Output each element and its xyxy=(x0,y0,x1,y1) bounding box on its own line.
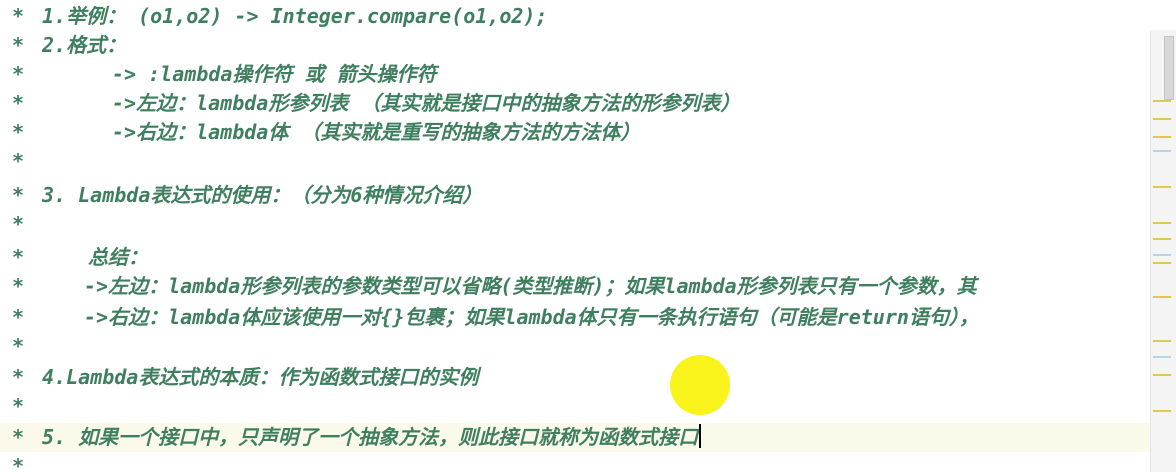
code-line[interactable]: * 3. Lambda表达式的使用：（分为6种情况介绍） xyxy=(0,181,1150,210)
code-line-current[interactable]: * 5. 如果一个接口中，只声明了一个抽象方法，则此接口就称为函数式接口 xyxy=(0,423,1150,452)
ruler-warning-mark[interactable] xyxy=(1153,118,1171,120)
comment-star: * xyxy=(12,183,25,207)
code-line[interactable]: * ->左边：lambda形参列表 （其实就是接口中的抽象方法的形参列表） xyxy=(0,89,1150,118)
ruler-warning-mark[interactable] xyxy=(1153,296,1171,298)
comment-text: 2.格式： xyxy=(42,33,127,57)
code-line[interactable]: * ->左边：lambda形参列表的参数类型可以省略(类型推断)；如果lambda… xyxy=(0,272,1150,301)
scrollbar-thumb[interactable] xyxy=(1164,36,1174,100)
comment-text: ->左边：lambda形参列表 （其实就是接口中的抽象方法的形参列表） xyxy=(112,91,741,115)
comment-star: * xyxy=(12,91,25,115)
comment-text: ->左边：lambda形参列表的参数类型可以省略(类型推断)；如果lambda形… xyxy=(84,274,977,298)
ruler-occurrence-mark[interactable] xyxy=(1153,150,1171,152)
ruler-warning-mark[interactable] xyxy=(1153,100,1171,102)
comment-star: * xyxy=(12,274,25,298)
code-line[interactable]: * xyxy=(0,332,1150,361)
code-line[interactable]: * 1.举例： (o1,o2) -> Integer.compare(o1,o2)… xyxy=(0,2,1150,31)
code-line[interactable]: * 总结： xyxy=(0,243,1150,272)
comment-star: * xyxy=(12,149,25,173)
text-caret xyxy=(699,424,702,448)
ruler-warning-mark[interactable] xyxy=(1153,238,1171,240)
ruler-occurrence-mark[interactable] xyxy=(1153,254,1171,256)
comment-star: * xyxy=(12,334,25,358)
ruler-warning-mark[interactable] xyxy=(1153,340,1171,342)
overview-ruler[interactable] xyxy=(1150,0,1176,472)
comment-text: 总结： xyxy=(88,245,148,269)
ruler-warning-mark[interactable] xyxy=(1153,374,1171,376)
code-line[interactable]: * -> :lambda操作符 或 箭头操作符 xyxy=(0,60,1150,89)
code-line[interactable]: * xyxy=(0,452,1150,472)
ruler-warning-mark[interactable] xyxy=(1153,136,1171,138)
code-line[interactable]: * ->右边：lambda体应该使用一对{}包裹；如果lambda体只有一条执行语… xyxy=(0,303,1150,332)
comment-star: * xyxy=(12,454,25,472)
code-line[interactable]: * xyxy=(0,210,1150,239)
ruler-warning-mark[interactable] xyxy=(1153,186,1171,188)
comment-text: ->右边：lambda体应该使用一对{}包裹；如果lambda体只有一条执行语句… xyxy=(84,305,979,329)
comment-text: ->右边：lambda体 （其实就是重写的抽象方法的方法体） xyxy=(112,120,641,144)
comment-text: 5. 如果一个接口中，只声明了一个抽象方法，则此接口就称为函数式接口 xyxy=(42,423,702,452)
code-editor[interactable]: * 1.举例： (o1,o2) -> Integer.compare(o1,o2)… xyxy=(0,0,1150,472)
code-line[interactable]: * xyxy=(0,147,1150,176)
code-line[interactable]: * 4.Lambda表达式的本质：作为函数式接口的实例 xyxy=(0,363,1150,392)
ruler-occurrence-mark[interactable] xyxy=(1153,356,1171,358)
code-line[interactable]: * xyxy=(0,392,1150,421)
comment-text: -> :lambda操作符 或 箭头操作符 xyxy=(112,62,437,86)
comment-star: * xyxy=(12,365,25,389)
comment-text: 1.举例： (o1,o2) -> Integer.compare(o1,o2); xyxy=(42,4,548,28)
comment-star: * xyxy=(12,4,25,28)
comment-star: * xyxy=(12,305,25,329)
comment-star: * xyxy=(12,212,25,236)
comment-text: 4.Lambda表达式的本质：作为函数式接口的实例 xyxy=(42,365,479,389)
comment-star: * xyxy=(12,33,25,57)
ruler-warning-mark[interactable] xyxy=(1153,222,1171,224)
comment-star: * xyxy=(12,245,25,269)
comment-star: * xyxy=(12,120,25,144)
ruler-warning-mark[interactable] xyxy=(1153,262,1171,264)
code-line[interactable]: * 2.格式： xyxy=(0,31,1150,60)
code-line[interactable]: * ->右边：lambda体 （其实就是重写的抽象方法的方法体） xyxy=(0,118,1150,147)
ruler-warning-mark[interactable] xyxy=(1153,410,1171,412)
mouse-cursor-highlight xyxy=(670,355,730,415)
comment-star: * xyxy=(12,394,25,418)
comment-text: 3. Lambda表达式的使用：（分为6种情况介绍） xyxy=(42,183,483,207)
comment-star: * xyxy=(12,425,25,449)
comment-star: * xyxy=(12,62,25,86)
ruler-top-area xyxy=(1150,0,1176,30)
